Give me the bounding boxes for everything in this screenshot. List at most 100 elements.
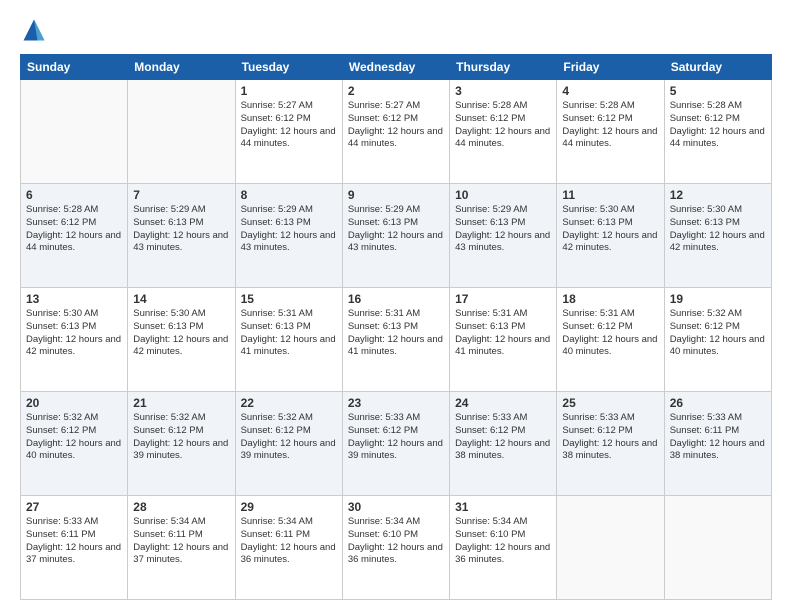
day-number: 10	[455, 188, 551, 202]
day-info: Sunrise: 5:33 AM Sunset: 6:12 PM Dayligh…	[562, 412, 658, 463]
day-number: 26	[670, 396, 766, 410]
calendar-cell: 6 Sunrise: 5:28 AM Sunset: 6:12 PM Daylig…	[21, 184, 128, 288]
day-info: Sunrise: 5:28 AM Sunset: 6:12 PM Dayligh…	[562, 100, 658, 151]
calendar-cell: 15 Sunrise: 5:31 AM Sunset: 6:13 PM Dayli…	[235, 288, 342, 392]
day-info: Sunrise: 5:34 AM Sunset: 6:10 PM Dayligh…	[348, 516, 444, 567]
day-number: 14	[133, 292, 229, 306]
day-number: 8	[241, 188, 337, 202]
day-info: Sunrise: 5:30 AM Sunset: 6:13 PM Dayligh…	[26, 308, 122, 359]
day-info: Sunrise: 5:33 AM Sunset: 6:12 PM Dayligh…	[348, 412, 444, 463]
day-number: 6	[26, 188, 122, 202]
day-info: Sunrise: 5:31 AM Sunset: 6:13 PM Dayligh…	[241, 308, 337, 359]
calendar-cell: 27 Sunrise: 5:33 AM Sunset: 6:11 PM Dayli…	[21, 496, 128, 600]
calendar-cell: 29Sunrise: 5:34 AM Sunset: 6:11 PM Dayli…	[235, 496, 342, 600]
day-number: 22	[241, 396, 337, 410]
calendar-cell: 24Sunrise: 5:33 AM Sunset: 6:12 PM Dayli…	[450, 392, 557, 496]
calendar-cell: 11 Sunrise: 5:30 AM Sunset: 6:13 PM Dayli…	[557, 184, 664, 288]
day-number: 16	[348, 292, 444, 306]
day-info: Sunrise: 5:30 AM Sunset: 6:13 PM Dayligh…	[133, 308, 229, 359]
weekday-header-monday: Monday	[128, 55, 235, 80]
day-info: Sunrise: 5:31 AM Sunset: 6:13 PM Dayligh…	[455, 308, 551, 359]
weekday-header-sunday: Sunday	[21, 55, 128, 80]
day-number: 11	[562, 188, 658, 202]
calendar-cell: 21 Sunrise: 5:32 AM Sunset: 6:12 PM Dayli…	[128, 392, 235, 496]
calendar-cell	[128, 80, 235, 184]
day-info: Sunrise: 5:28 AM Sunset: 6:12 PM Dayligh…	[455, 100, 551, 151]
day-info: Sunrise: 5:34 AM Sunset: 6:10 PM Dayligh…	[455, 516, 551, 567]
calendar-cell: 7Sunrise: 5:29 AM Sunset: 6:13 PM Daylig…	[128, 184, 235, 288]
day-number: 20	[26, 396, 122, 410]
calendar-cell: 14 Sunrise: 5:30 AM Sunset: 6:13 PM Dayli…	[128, 288, 235, 392]
calendar-table: SundayMondayTuesdayWednesdayThursdayFrid…	[20, 54, 772, 600]
calendar-cell: 19Sunrise: 5:32 AM Sunset: 6:12 PM Dayli…	[664, 288, 771, 392]
day-info: Sunrise: 5:29 AM Sunset: 6:13 PM Dayligh…	[241, 204, 337, 255]
page: SundayMondayTuesdayWednesdayThursdayFrid…	[0, 0, 792, 612]
day-info: Sunrise: 5:30 AM Sunset: 6:13 PM Dayligh…	[670, 204, 766, 255]
day-info: Sunrise: 5:32 AM Sunset: 6:12 PM Dayligh…	[26, 412, 122, 463]
day-number: 12	[670, 188, 766, 202]
calendar-cell: 28 Sunrise: 5:34 AM Sunset: 6:11 PM Dayli…	[128, 496, 235, 600]
day-number: 1	[241, 84, 337, 98]
week-row-5: 27 Sunrise: 5:33 AM Sunset: 6:11 PM Dayli…	[21, 496, 772, 600]
weekday-header-wednesday: Wednesday	[342, 55, 449, 80]
day-info: Sunrise: 5:32 AM Sunset: 6:12 PM Dayligh…	[241, 412, 337, 463]
day-info: Sunrise: 5:34 AM Sunset: 6:11 PM Dayligh…	[133, 516, 229, 567]
day-number: 15	[241, 292, 337, 306]
day-number: 17	[455, 292, 551, 306]
calendar-cell: 23 Sunrise: 5:33 AM Sunset: 6:12 PM Dayli…	[342, 392, 449, 496]
day-info: Sunrise: 5:32 AM Sunset: 6:12 PM Dayligh…	[133, 412, 229, 463]
weekday-header-row: SundayMondayTuesdayWednesdayThursdayFrid…	[21, 55, 772, 80]
logo	[20, 16, 52, 44]
day-info: Sunrise: 5:29 AM Sunset: 6:13 PM Dayligh…	[455, 204, 551, 255]
calendar-cell: 2 Sunrise: 5:27 AM Sunset: 6:12 PM Daylig…	[342, 80, 449, 184]
day-info: Sunrise: 5:32 AM Sunset: 6:12 PM Dayligh…	[670, 308, 766, 359]
day-number: 2	[348, 84, 444, 98]
day-info: Sunrise: 5:27 AM Sunset: 6:12 PM Dayligh…	[348, 100, 444, 151]
weekday-header-saturday: Saturday	[664, 55, 771, 80]
calendar-cell: 30 Sunrise: 5:34 AM Sunset: 6:10 PM Dayli…	[342, 496, 449, 600]
calendar-cell	[557, 496, 664, 600]
day-number: 9	[348, 188, 444, 202]
day-number: 21	[133, 396, 229, 410]
calendar-cell: 20 Sunrise: 5:32 AM Sunset: 6:12 PM Dayli…	[21, 392, 128, 496]
day-number: 3	[455, 84, 551, 98]
weekday-header-friday: Friday	[557, 55, 664, 80]
day-number: 13	[26, 292, 122, 306]
week-row-1: 1 Sunrise: 5:27 AM Sunset: 6:12 PM Daylig…	[21, 80, 772, 184]
calendar-cell: 13 Sunrise: 5:30 AM Sunset: 6:13 PM Dayli…	[21, 288, 128, 392]
calendar-cell: 16 Sunrise: 5:31 AM Sunset: 6:13 PM Dayli…	[342, 288, 449, 392]
calendar-cell: 26 Sunrise: 5:33 AM Sunset: 6:11 PM Dayli…	[664, 392, 771, 496]
day-number: 18	[562, 292, 658, 306]
weekday-header-thursday: Thursday	[450, 55, 557, 80]
day-info: Sunrise: 5:31 AM Sunset: 6:13 PM Dayligh…	[348, 308, 444, 359]
header	[20, 16, 772, 44]
week-row-2: 6 Sunrise: 5:28 AM Sunset: 6:12 PM Daylig…	[21, 184, 772, 288]
calendar-cell: 12 Sunrise: 5:30 AM Sunset: 6:13 PM Dayli…	[664, 184, 771, 288]
day-info: Sunrise: 5:33 AM Sunset: 6:12 PM Dayligh…	[455, 412, 551, 463]
day-info: Sunrise: 5:33 AM Sunset: 6:11 PM Dayligh…	[670, 412, 766, 463]
day-info: Sunrise: 5:33 AM Sunset: 6:11 PM Dayligh…	[26, 516, 122, 567]
day-info: Sunrise: 5:31 AM Sunset: 6:12 PM Dayligh…	[562, 308, 658, 359]
day-number: 28	[133, 500, 229, 514]
day-number: 27	[26, 500, 122, 514]
calendar-cell	[21, 80, 128, 184]
day-number: 31	[455, 500, 551, 514]
weekday-header-tuesday: Tuesday	[235, 55, 342, 80]
day-info: Sunrise: 5:34 AM Sunset: 6:11 PM Dayligh…	[241, 516, 337, 567]
calendar-cell: 31 Sunrise: 5:34 AM Sunset: 6:10 PM Dayli…	[450, 496, 557, 600]
calendar-cell: 17 Sunrise: 5:31 AM Sunset: 6:13 PM Dayli…	[450, 288, 557, 392]
calendar-cell: 22 Sunrise: 5:32 AM Sunset: 6:12 PM Dayli…	[235, 392, 342, 496]
day-number: 30	[348, 500, 444, 514]
calendar-cell: 10 Sunrise: 5:29 AM Sunset: 6:13 PM Dayli…	[450, 184, 557, 288]
day-info: Sunrise: 5:29 AM Sunset: 6:13 PM Dayligh…	[348, 204, 444, 255]
day-info: Sunrise: 5:28 AM Sunset: 6:12 PM Dayligh…	[26, 204, 122, 255]
calendar-cell	[664, 496, 771, 600]
day-info: Sunrise: 5:27 AM Sunset: 6:12 PM Dayligh…	[241, 100, 337, 151]
day-number: 23	[348, 396, 444, 410]
calendar-cell: 5Sunrise: 5:28 AM Sunset: 6:12 PM Daylig…	[664, 80, 771, 184]
day-number: 4	[562, 84, 658, 98]
day-number: 25	[562, 396, 658, 410]
day-number: 7	[133, 188, 229, 202]
day-info: Sunrise: 5:30 AM Sunset: 6:13 PM Dayligh…	[562, 204, 658, 255]
calendar-cell: 1 Sunrise: 5:27 AM Sunset: 6:12 PM Daylig…	[235, 80, 342, 184]
